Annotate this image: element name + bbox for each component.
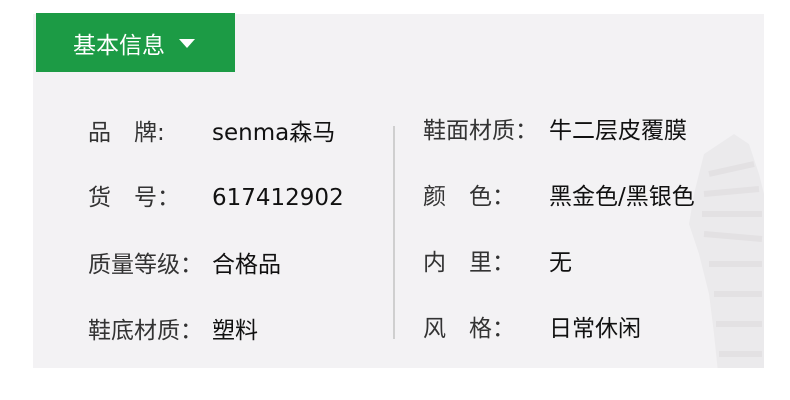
attr-value-sole-material: 塑料	[212, 318, 258, 344]
caret-down-icon	[179, 39, 195, 48]
attr-label-lining: 内 里：	[423, 250, 515, 276]
attr-value-style: 日常休闲	[549, 316, 641, 342]
tab-basic-info-label: 基本信息	[73, 32, 165, 59]
tab-basic-info[interactable]: 基本信息	[36, 13, 235, 72]
attr-value-lining: 无	[549, 250, 572, 276]
column-divider	[393, 126, 395, 339]
attr-label-color: 颜 色：	[423, 184, 515, 210]
attr-value-brand: senma森马	[212, 120, 336, 146]
attr-label-sole-material: 鞋底材质：	[88, 318, 203, 344]
attr-label-quality-grade: 质量等级：	[88, 252, 203, 278]
zebra-watermark-icon	[689, 134, 764, 368]
attr-value-color: 黑金色/黑银色	[549, 184, 695, 210]
attr-value-upper-material: 牛二层皮覆膜	[549, 118, 687, 144]
attr-label-style: 风 格：	[423, 316, 515, 342]
attr-value-quality-grade: 合格品	[212, 252, 281, 278]
attr-label-upper-material: 鞋面材质：	[423, 118, 538, 144]
attr-value-item-number: 617412902	[212, 185, 344, 211]
attr-label-brand: 品 牌:	[88, 120, 165, 146]
attr-label-item-number: 货 号：	[88, 185, 180, 211]
